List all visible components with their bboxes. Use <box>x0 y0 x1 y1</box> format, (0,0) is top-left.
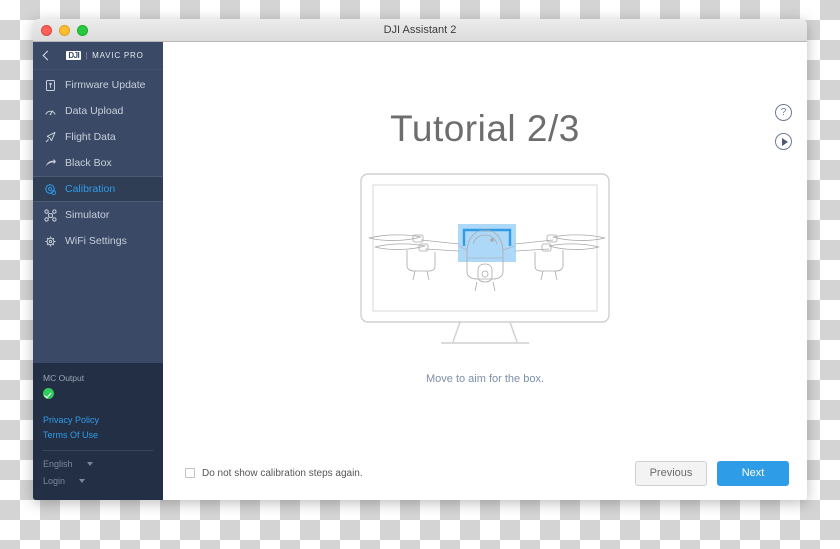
help-icon[interactable]: ? <box>775 104 792 121</box>
do-not-show-checkbox[interactable]: Do not show calibration steps again. <box>185 468 363 479</box>
firmware-chip-icon <box>43 78 57 92</box>
back-chevron-icon[interactable] <box>39 49 53 63</box>
footer-divider <box>43 450 153 451</box>
wizard-buttons: Previous Next <box>635 460 789 486</box>
side-tools: ? <box>775 104 792 150</box>
drone-icon <box>43 208 57 222</box>
monitor-with-drone-illustration <box>163 172 807 347</box>
mc-output-label: MC Output <box>43 373 85 383</box>
sidebar-item-label: Firmware Update <box>65 79 146 91</box>
page-title: Tutorial 2/3 <box>390 108 580 149</box>
window-title: DJI Assistant 2 <box>383 24 457 36</box>
brand-model-label: MAVIC PRO <box>92 51 144 60</box>
sidebar-item-calibration[interactable]: Calibration <box>33 176 163 202</box>
checkbox-box-icon[interactable] <box>185 468 195 478</box>
chevron-down-icon <box>86 462 93 466</box>
language-label: English <box>43 459 73 469</box>
terms-of-use-link[interactable]: Terms Of Use <box>43 430 153 440</box>
brand-separator: | <box>85 51 89 60</box>
app-window: DJI Assistant 2 DJI | MAVIC PRO Firmware… <box>33 19 807 500</box>
sidebar-nav: Firmware Update Data Upload Flight Data <box>33 70 163 254</box>
sidebar-item-firmware-update[interactable]: Firmware Update <box>33 72 163 98</box>
calibration-gear-icon <box>43 182 57 196</box>
window-body: DJI | MAVIC PRO Firmware Update Data Upl… <box>33 42 807 500</box>
sidebar-item-black-box[interactable]: Black Box <box>33 150 163 176</box>
sidebar-footer: MC Output Privacy Policy Terms Of Use En… <box>33 363 163 500</box>
sidebar-item-label: Flight Data <box>65 131 116 143</box>
sidebar-item-label: Calibration <box>65 183 116 195</box>
language-selector[interactable]: English <box>43 459 153 469</box>
brand: DJI | MAVIC PRO <box>53 51 157 60</box>
sidebar-item-label: Data Upload <box>65 105 124 117</box>
wifi-gear-icon <box>43 234 57 248</box>
sidebar-item-simulator[interactable]: Simulator <box>33 202 163 228</box>
arrow-icon <box>43 156 57 170</box>
sidebar-item-label: Black Box <box>65 157 112 169</box>
instruction-caption: Move to aim for the box. <box>426 373 544 385</box>
gauge-icon <box>43 104 57 118</box>
sidebar-item-label: Simulator <box>65 209 110 221</box>
sidebar-item-label: WiFi Settings <box>65 235 127 247</box>
previous-button[interactable]: Previous <box>635 460 707 486</box>
sidebar-item-flight-data[interactable]: Flight Data <box>33 124 163 150</box>
bottom-bar: Do not show calibration steps again. Pre… <box>163 445 807 500</box>
paper-plane-icon <box>43 130 57 144</box>
privacy-policy-link[interactable]: Privacy Policy <box>43 415 153 425</box>
title-bar: DJI Assistant 2 <box>33 19 807 42</box>
sidebar-header: DJI | MAVIC PRO <box>33 42 163 70</box>
main-content: ? Tutorial 2/3 Move to aim for the box. … <box>163 42 807 500</box>
next-button[interactable]: Next <box>717 460 789 486</box>
mc-output-status-badge <box>43 388 54 399</box>
sidebar-item-data-upload[interactable]: Data Upload <box>33 98 163 124</box>
footer-links: Privacy Policy Terms Of Use <box>43 415 153 440</box>
account-selector[interactable]: Login <box>43 476 153 486</box>
dji-logo-icon: DJI <box>66 51 82 60</box>
account-label: Login <box>43 476 66 486</box>
chevron-down-icon <box>79 479 86 483</box>
sidebar: DJI | MAVIC PRO Firmware Update Data Upl… <box>33 42 163 500</box>
checkbox-label: Do not show calibration steps again. <box>202 467 363 479</box>
sidebar-item-wifi-settings[interactable]: WiFi Settings <box>33 228 163 254</box>
play-triangle-icon <box>781 137 788 146</box>
play-icon[interactable] <box>775 133 792 150</box>
